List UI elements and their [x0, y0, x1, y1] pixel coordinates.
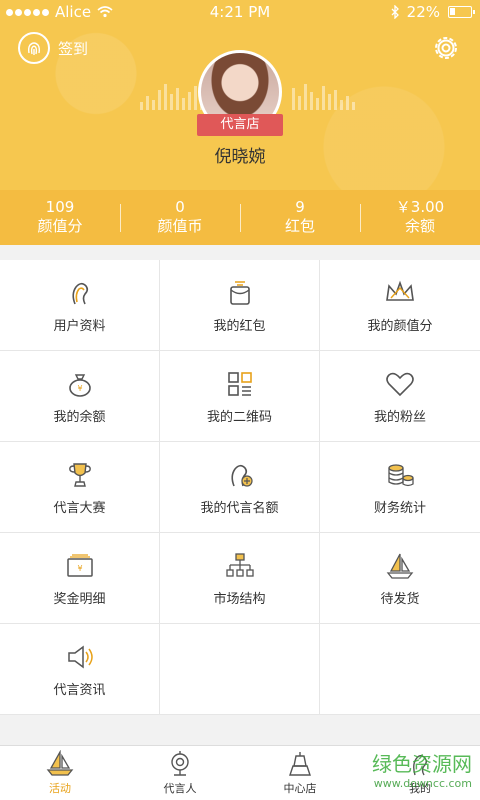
stat-value: 0	[175, 198, 185, 216]
stat-value: ￥3.00	[395, 198, 445, 216]
grid-item-label: 我的红包	[213, 318, 266, 334]
red-envelope-icon	[222, 277, 258, 309]
username: 倪晓婉	[214, 147, 266, 167]
grid-item-pending-shipment[interactable]: 待发货	[320, 533, 480, 624]
megaphone-icon	[62, 641, 98, 673]
grid-item-finance[interactable]: 财务统计	[320, 442, 480, 533]
battery-percent: 22%	[406, 3, 440, 21]
money-bag-icon: ¥	[62, 368, 98, 400]
equalizer-left-decoration	[140, 82, 203, 110]
org-chart-icon	[222, 550, 258, 582]
grid-item-beauty-score[interactable]: 我的颜值分	[320, 260, 480, 351]
grid-item-fans[interactable]: 我的粉丝	[320, 351, 480, 442]
svg-text:¥: ¥	[77, 384, 82, 393]
feature-grid: 用户资料 我的红包 我的颜值分 ¥ 我的余额 我的二维码 我的粉丝 代言大赛 我…	[0, 260, 480, 715]
grid-item-endorse-news[interactable]: 代言资讯	[0, 624, 160, 715]
grid-item-label: 财务统计	[373, 500, 426, 516]
fingerprint-icon	[18, 32, 50, 64]
bluetooth-icon	[391, 5, 399, 19]
heart-icon	[382, 368, 418, 400]
grid-item-label: 我的代言名额	[200, 500, 279, 516]
sailboat-icon	[382, 550, 418, 582]
grid-item-red-envelope[interactable]: 我的红包	[160, 260, 320, 351]
watermark-url: www.downcc.com	[373, 777, 472, 790]
user-profile-icon	[62, 277, 98, 309]
tab-endorser[interactable]: 代言人	[120, 746, 240, 800]
stat-label: 颜值币	[157, 217, 203, 235]
grid-item-label: 我的二维码	[206, 409, 272, 425]
grid-item-label: 待发货	[380, 591, 420, 607]
stat-balance[interactable]: ￥3.00 余额	[360, 190, 480, 245]
stat-label: 红包	[284, 217, 315, 235]
stat-value: 109	[45, 198, 75, 216]
equalizer-right-decoration	[292, 82, 355, 110]
grid-item-label: 奖金明细	[53, 591, 106, 607]
grid-item-endorse-quota[interactable]: 我的代言名额	[160, 442, 320, 533]
bonus-card-icon: ¥	[62, 550, 98, 582]
tab-center-store[interactable]: 中心店	[240, 746, 360, 800]
grid-empty-cell	[160, 624, 320, 715]
grid-item-bonus-detail[interactable]: ¥ 奖金明细	[0, 533, 160, 624]
grid-item-label: 用户资料	[53, 318, 106, 334]
grid-item-qr-code[interactable]: 我的二维码	[160, 351, 320, 442]
grid-item-label: 我的余额	[53, 409, 106, 425]
tab-label: 中心店	[283, 782, 317, 795]
grid-item-label: 代言资讯	[53, 682, 106, 698]
watermark: 绿色资源网 www.downcc.com	[372, 748, 472, 790]
store-badge: 代言店	[190, 114, 290, 136]
stat-label: 余额	[404, 217, 435, 235]
qr-code-icon	[222, 368, 258, 400]
battery-icon	[448, 6, 475, 18]
stats-bar: 109 颜值分 0 颜值币 9 红包 ￥3.00 余额	[0, 190, 480, 245]
grid-item-label: 我的粉丝	[373, 409, 426, 425]
grid-item-contest[interactable]: 代言大赛	[0, 442, 160, 533]
tab-label: 代言人	[163, 782, 197, 795]
stat-label: 颜值分	[37, 217, 83, 235]
signin-button[interactable]: 签到	[18, 32, 88, 64]
tab-label: 活动	[49, 782, 71, 795]
crown-icon	[382, 277, 418, 309]
endorse-quota-icon	[222, 459, 258, 491]
status-bar: Alice 4:21 PM 22%	[0, 0, 480, 24]
tab-activity[interactable]: 活动	[0, 746, 120, 800]
grid-item-label: 代言大赛	[53, 500, 106, 516]
grid-empty-cell	[320, 624, 480, 715]
signin-label: 签到	[58, 39, 89, 58]
grid-item-market-structure[interactable]: 市场结构	[160, 533, 320, 624]
stat-red-envelope[interactable]: 9 红包	[240, 190, 360, 245]
grid-item-label: 市场结构	[213, 591, 266, 607]
stat-beauty-score[interactable]: 109 颜值分	[0, 190, 120, 245]
watermark-text: 绿色资源网	[372, 752, 472, 776]
profile-header: Alice 4:21 PM 22% 签到 代言店 倪晓婉 109 颜值分 0 颜…	[0, 0, 480, 245]
gear-icon[interactable]	[430, 32, 462, 64]
stat-value: 9	[295, 198, 305, 216]
stat-beauty-coin[interactable]: 0 颜值币	[120, 190, 240, 245]
grid-item-balance[interactable]: ¥ 我的余额	[0, 351, 160, 442]
sailboat-tab-icon	[46, 750, 74, 776]
camera-tab-icon	[171, 751, 189, 776]
coins-icon	[382, 459, 418, 491]
tower-tab-icon	[289, 752, 311, 776]
trophy-icon	[62, 459, 98, 491]
grid-item-user-profile[interactable]: 用户资料	[0, 260, 160, 351]
grid-item-label: 我的颜值分	[367, 318, 433, 334]
svg-text:¥: ¥	[77, 564, 82, 573]
